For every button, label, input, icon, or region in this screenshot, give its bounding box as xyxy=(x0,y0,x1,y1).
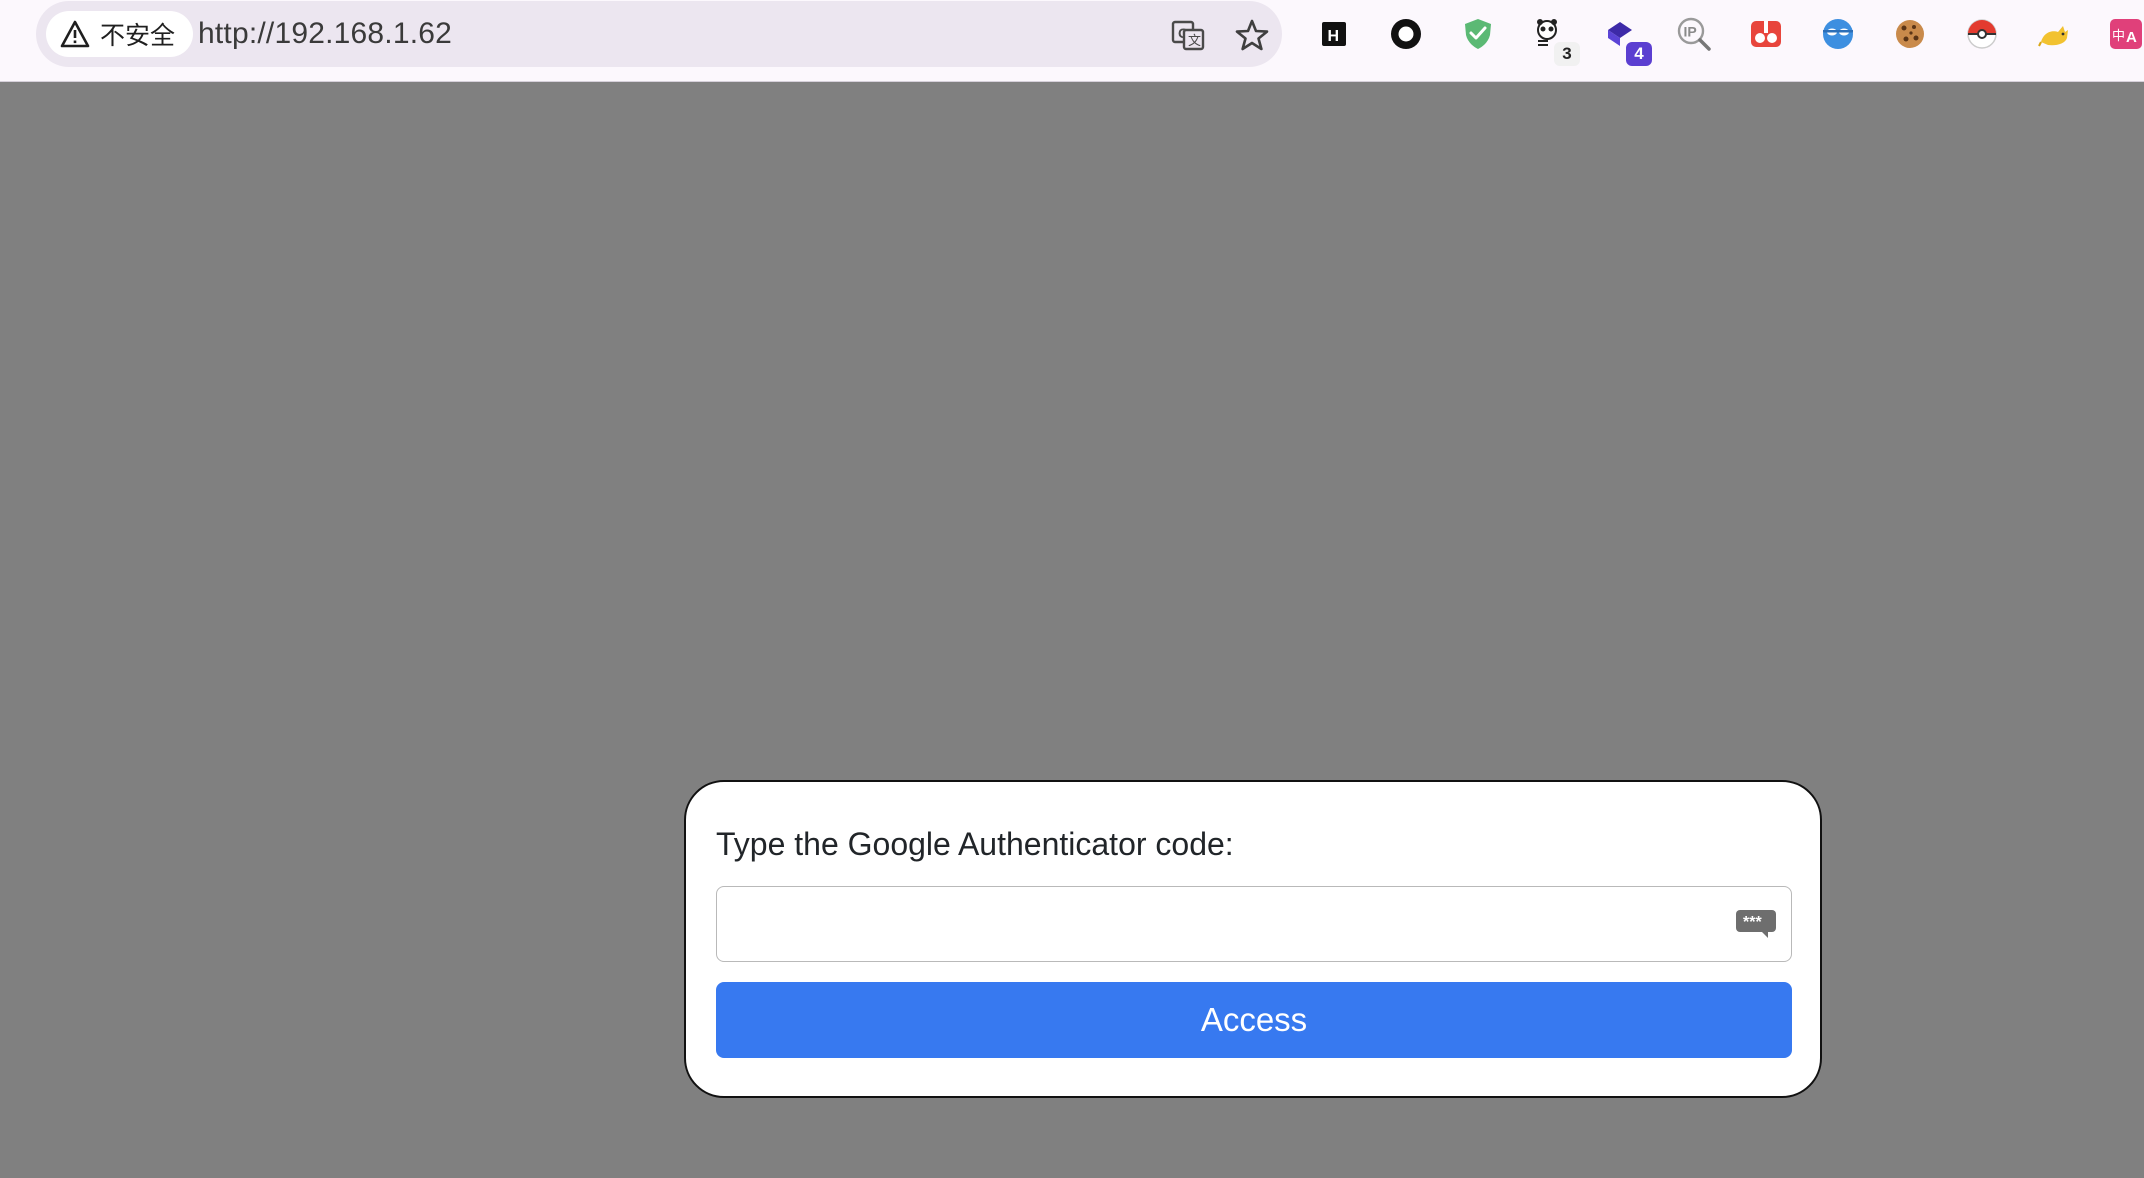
url-text[interactable]: http://192.168.1.62 xyxy=(198,1,452,67)
svg-text:H: H xyxy=(1328,28,1340,45)
panda-extension-icon[interactable]: 3 xyxy=(1530,14,1580,66)
red-eyes-extension-icon[interactable] xyxy=(1746,14,1786,54)
svg-text:***: *** xyxy=(1743,914,1762,931)
security-label: 不安全 xyxy=(100,22,176,50)
shield-extension-icon[interactable] xyxy=(1458,14,1498,54)
password-manager-icon[interactable]: *** xyxy=(1734,908,1778,940)
cookie-extension-icon[interactable] xyxy=(1890,14,1930,54)
pokeball-extension-icon[interactable] xyxy=(1962,14,2002,54)
mask-extension-icon[interactable] xyxy=(1818,14,1858,54)
svg-text:文: 文 xyxy=(1188,33,1201,48)
svg-text:A: A xyxy=(2126,29,2137,46)
translate-extension-icon[interactable]: 中 A xyxy=(2106,14,2144,54)
badge-count: 4 xyxy=(1626,42,1652,66)
h-extension-icon[interactable]: H xyxy=(1314,14,1354,54)
svg-text:IP: IP xyxy=(1684,24,1697,40)
auth-prompt-label: Type the Google Authenticator code: xyxy=(716,826,1234,862)
auth-dialog: Type the Google Authenticator code: *** … xyxy=(684,780,1822,1098)
security-indicator[interactable]: 不安全 xyxy=(46,11,194,57)
ip-lookup-extension-icon[interactable]: IP xyxy=(1674,14,1714,54)
cube-extension-icon[interactable]: 4 xyxy=(1602,14,1652,66)
access-button[interactable]: Access xyxy=(716,982,1792,1058)
cat-extension-icon[interactable] xyxy=(2034,14,2074,54)
browser-toolbar: 不安全 http://192.168.1.62 G 文 H xyxy=(0,0,2144,82)
svg-text:中: 中 xyxy=(2112,29,2125,44)
auth-code-input[interactable] xyxy=(716,886,1792,962)
record-extension-icon[interactable] xyxy=(1386,14,1426,54)
warning-icon xyxy=(60,20,90,48)
bookmark-star-icon[interactable] xyxy=(1232,15,1272,55)
badge-count: 3 xyxy=(1554,42,1580,66)
address-bar[interactable]: 不安全 http://192.168.1.62 G 文 xyxy=(36,1,1282,67)
translate-page-icon[interactable]: G 文 xyxy=(1168,15,1208,55)
